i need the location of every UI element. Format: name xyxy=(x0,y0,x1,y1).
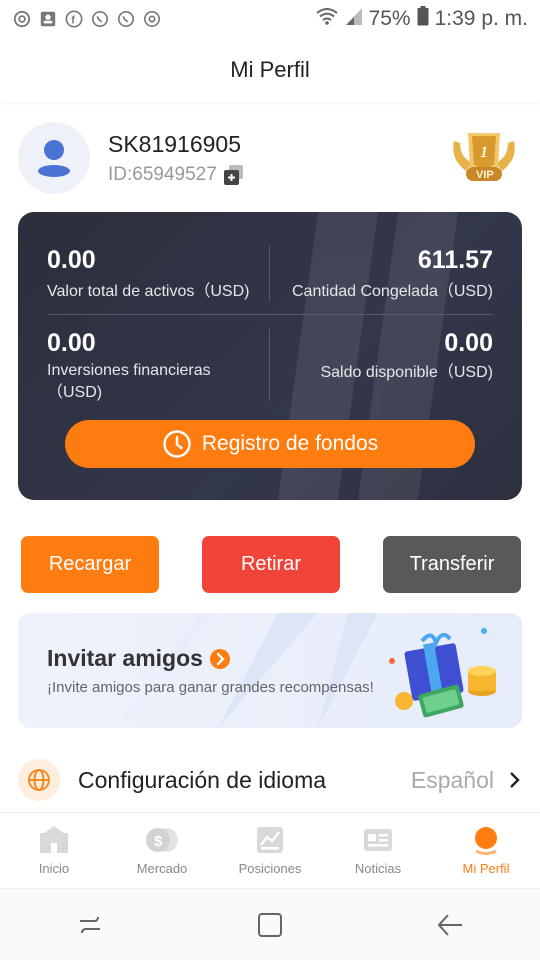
bottom-nav: Inicio $ Mercado Posiciones Noticias Mi … xyxy=(0,812,540,888)
home-icon xyxy=(39,826,69,853)
total-assets: 0.00 Valor total de activos（USD) xyxy=(47,246,249,303)
frozen-amount-value: 611.57 xyxy=(417,246,493,274)
user-id: ID:65949527 xyxy=(108,163,217,185)
app-header: Mi Perfil xyxy=(0,38,540,102)
system-status: 75% 1:39 p. m. xyxy=(315,6,528,32)
vip-badge: 1 VIP xyxy=(446,127,522,189)
language-setting-label: Configuración de idioma xyxy=(78,766,327,793)
divider xyxy=(269,246,270,301)
battery-percent: 75% xyxy=(368,7,411,30)
financial-investments: 0.00 Inversiones financieras （USD) xyxy=(47,329,211,404)
available-balance: 0.00 Saldo disponible（USD) xyxy=(320,329,493,384)
language-setting[interactable]: Configuración de idioma Español xyxy=(18,757,522,803)
nav-item-market[interactable]: $ Mercado xyxy=(108,813,216,888)
signal-icon xyxy=(345,6,363,32)
copy-icon[interactable] xyxy=(223,164,245,186)
nav-label-home: Inicio xyxy=(38,861,70,876)
newspaper-icon xyxy=(364,829,392,851)
nav-label-market: Mercado xyxy=(136,861,188,876)
withdraw-label: Retirar xyxy=(240,553,301,575)
user-id-row: ID:65949527 xyxy=(108,164,245,186)
chrome-icon xyxy=(12,9,32,29)
available-balance-label: Saldo disponible（USD) xyxy=(320,364,493,381)
fund-record-button[interactable]: Registro de fondos xyxy=(65,420,475,468)
total-assets-label: Valor total de activos（USD) xyxy=(47,283,250,300)
fund-record-label: Registro de fondos xyxy=(201,432,379,455)
recent-apps-icon xyxy=(80,916,100,933)
recent-apps-button[interactable] xyxy=(70,905,110,945)
available-balance-value: 0.00 xyxy=(444,329,493,357)
invite-title: Invitar amigos xyxy=(47,645,231,672)
frozen-amount-label: Cantidad Congelada（USD) xyxy=(291,283,493,300)
assets-card: 0.00 Valor total de activos（USD) 611.57 … xyxy=(18,212,522,500)
invite-subtitle: ¡Invite amigos para ganar grandes recomp… xyxy=(47,679,374,696)
clock: 1:39 p. m. xyxy=(434,7,528,30)
language-setting-value: Español xyxy=(410,766,494,793)
nav-label-news: Noticias xyxy=(354,861,402,876)
nav-item-home[interactable]: Inicio xyxy=(0,813,108,888)
home-system-button[interactable] xyxy=(250,905,290,945)
nav-item-news[interactable]: Noticias xyxy=(324,813,432,888)
transfer-label: Transferir xyxy=(409,553,495,575)
camera-icon xyxy=(142,9,162,29)
wifi-icon xyxy=(315,6,339,32)
invite-title-text: Invitar amigos xyxy=(47,645,203,671)
svg-text:f: f xyxy=(71,15,75,27)
recharge-button[interactable]: Recargar xyxy=(21,536,159,593)
chart-icon xyxy=(257,827,283,853)
chevron-right-icon xyxy=(510,772,520,788)
notification-icons: f xyxy=(12,9,162,29)
profile-icon xyxy=(475,827,497,855)
frozen-amount: 611.57 Cantidad Congelada（USD) xyxy=(292,246,493,303)
back-button[interactable] xyxy=(430,905,470,945)
financial-investments-label-line1: Inversiones financieras xyxy=(47,362,211,379)
profile-section: SK81916905 ID:65949527 1 VIP xyxy=(18,122,522,194)
vip-text: VIP xyxy=(476,169,494,181)
facebook-icon: f xyxy=(64,9,84,29)
back-arrow-icon xyxy=(437,913,462,936)
gift-icon xyxy=(389,628,496,718)
globe-icon xyxy=(18,759,60,801)
svg-text:$: $ xyxy=(154,833,163,850)
nav-item-positions[interactable]: Posiciones xyxy=(216,813,324,888)
financial-investments-value: 0.00 xyxy=(47,329,96,357)
nav-item-profile[interactable]: Mi Perfil xyxy=(432,813,540,888)
username: SK81916905 xyxy=(108,130,242,157)
nav-label-profile: Mi Perfil xyxy=(462,861,510,876)
coins-icon: $ xyxy=(146,828,178,852)
system-navigation xyxy=(0,888,540,960)
page-title: Mi Perfil xyxy=(230,57,310,82)
recharge-label: Recargar xyxy=(48,553,132,575)
divider xyxy=(269,329,270,401)
user-icon xyxy=(38,140,70,177)
vip-level: 1 xyxy=(480,144,488,161)
financial-investments-label-line2: （USD) xyxy=(47,384,103,401)
total-assets-value: 0.00 xyxy=(47,246,96,274)
battery-icon xyxy=(417,6,429,32)
invite-banner[interactable]: Invitar amigos ¡Invite amigos para ganar… xyxy=(18,613,522,728)
clock-icon xyxy=(163,430,191,458)
profile-info: SK81916905 ID:65949527 xyxy=(108,131,245,186)
financial-investments-label: Inversiones financieras （USD) xyxy=(47,360,211,404)
contact-card-icon xyxy=(38,9,58,29)
arrow-right-circle-icon xyxy=(209,648,230,669)
status-bar: f 75% 1:39 p. m. xyxy=(0,0,540,38)
withdraw-button[interactable]: Retirar xyxy=(202,536,340,593)
square-icon xyxy=(258,912,282,937)
avatar[interactable] xyxy=(18,122,90,194)
divider xyxy=(47,314,493,315)
whatsapp-icon xyxy=(116,9,136,29)
whatsapp-icon xyxy=(90,9,110,29)
nav-label-positions: Posiciones xyxy=(238,861,302,876)
transfer-button[interactable]: Transferir xyxy=(383,536,521,593)
